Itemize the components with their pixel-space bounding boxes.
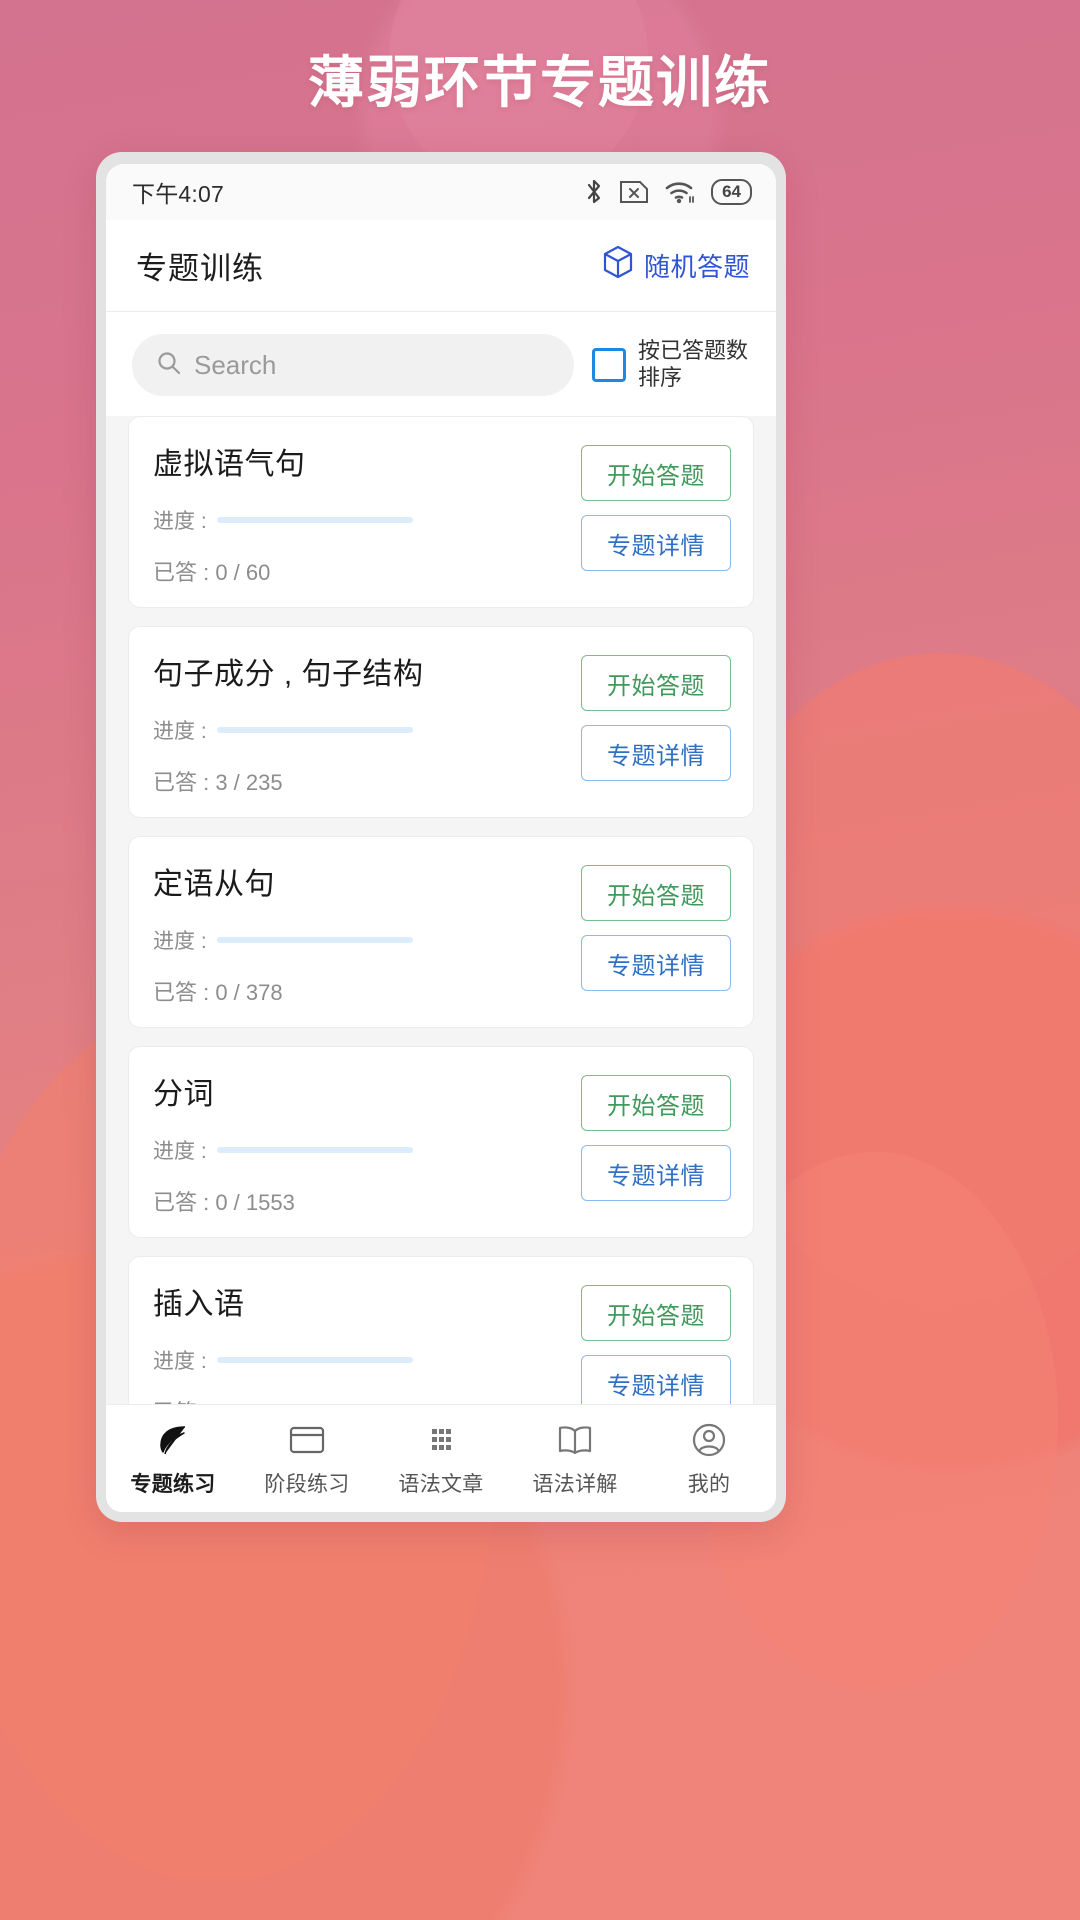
start-quiz-button[interactable]: 开始答题 (581, 445, 731, 501)
topic-title: 分词 (153, 1069, 567, 1113)
progress-row: 进度 : (153, 1345, 567, 1375)
search-row: 按已答题数排序 (106, 312, 776, 416)
topic-detail-button[interactable]: 专题详情 (581, 1355, 731, 1404)
nav-label: 我的 (688, 1468, 731, 1498)
topic-card[interactable]: 插入语进度 : 已答 : 0 / 64 开始答题专题详情 (128, 1256, 754, 1404)
topic-actions: 开始答题专题详情 (581, 1279, 731, 1404)
phone-frame: 下午4:07 (96, 152, 786, 1522)
topic-title: 定语从句 (153, 859, 567, 903)
page-title: 专题训练 (136, 243, 264, 288)
answered-count: 已答 : 0 / 378 (153, 975, 567, 1007)
topic-actions: 开始答题专题详情 (581, 859, 731, 991)
topic-actions: 开始答题专题详情 (581, 649, 731, 781)
progress-label: 进度 : (153, 715, 207, 745)
topic-info: 虚拟语气句进度 : 已答 : 0 / 60 (153, 439, 567, 587)
nav-item-4[interactable]: 语法详解 (508, 1420, 642, 1498)
progress-bar (217, 937, 413, 943)
topic-title: 插入语 (153, 1279, 567, 1323)
leaf-icon (154, 1420, 192, 1460)
cards-icon (287, 1420, 327, 1460)
topic-title: 虚拟语气句 (153, 439, 567, 483)
progress-label: 进度 : (153, 925, 207, 955)
topic-card[interactable]: 定语从句进度 : 已答 : 0 / 378 开始答题专题详情 (128, 836, 754, 1028)
nav-label: 专题练习 (130, 1468, 215, 1498)
nav-item-3[interactable]: 语法文章 (374, 1420, 508, 1498)
progress-row: 进度 : (153, 505, 567, 535)
topic-list[interactable]: 虚拟语气句进度 :已答 : 0 / 60开始答题专题详情句子成分 , 句子结构进… (106, 416, 776, 1404)
topic-detail-button[interactable]: 专题详情 (581, 515, 731, 571)
progress-row: 进度 : (153, 925, 567, 955)
start-quiz-button[interactable]: 开始答题 (581, 1075, 731, 1131)
answered-count: 已答 : 0 / 64 (153, 1395, 567, 1404)
topic-info: 定语从句进度 : 已答 : 0 / 378 (153, 859, 567, 1007)
status-icons: 64 (584, 178, 752, 206)
progress-row: 进度 : (153, 1135, 567, 1165)
bluetooth-icon (584, 178, 604, 206)
topic-actions: 开始答题专题详情 (581, 1069, 731, 1201)
topic-detail-button[interactable]: 专题详情 (581, 935, 731, 991)
topic-detail-button[interactable]: 专题详情 (581, 725, 731, 781)
nav-label: 语法文章 (398, 1468, 483, 1498)
grid-dots-icon (422, 1420, 460, 1460)
sort-checkbox[interactable] (592, 348, 626, 382)
main-content: 按已答题数排序 虚拟语气句进度 :已答 : 0 / 60开始答题专题详情句子成分… (106, 312, 776, 1404)
start-quiz-button[interactable]: 开始答题 (581, 865, 731, 921)
topic-actions: 开始答题专题详情 (581, 439, 731, 571)
search-box[interactable] (132, 334, 574, 396)
progress-row: 进度 : (153, 715, 567, 745)
nav-label: 语法详解 (532, 1468, 617, 1498)
status-time: 下午4:07 (132, 175, 224, 209)
random-quiz-label: 随机答题 (644, 247, 750, 284)
book-icon (555, 1420, 595, 1460)
topic-info: 句子成分 , 句子结构进度 : 已答 : 3 / 235 (153, 649, 567, 797)
progress-label: 进度 : (153, 1135, 207, 1165)
app-header: 专题训练 随机答题 (106, 220, 776, 312)
phone-screen: 下午4:07 (106, 164, 776, 1512)
progress-bar (217, 1357, 413, 1363)
status-bar: 下午4:07 (106, 164, 776, 220)
progress-bar (217, 1147, 413, 1153)
start-quiz-button[interactable]: 开始答题 (581, 1285, 731, 1341)
answered-count: 已答 : 3 / 235 (153, 765, 567, 797)
answered-count: 已答 : 0 / 1553 (153, 1185, 567, 1217)
topic-card[interactable]: 虚拟语气句进度 : 已答 : 0 / 60 开始答题专题详情 (128, 416, 754, 608)
wifi-icon (664, 179, 696, 205)
topic-card[interactable]: 句子成分 , 句子结构进度 : 已答 : 3 / 235 开始答题专题详情 (128, 626, 754, 818)
start-quiz-button[interactable]: 开始答题 (581, 655, 731, 711)
nav-item-5[interactable]: 我的 (642, 1420, 776, 1498)
cube-icon (602, 245, 634, 286)
progress-label: 进度 : (153, 1345, 207, 1375)
battery-icon: 64 (711, 179, 752, 206)
answered-count: 已答 : 0 / 60 (153, 555, 567, 587)
progress-bar (217, 517, 413, 523)
person-icon (690, 1420, 728, 1460)
sort-label: 按已答题数排序 (638, 338, 750, 392)
topic-title: 句子成分 , 句子结构 (153, 649, 567, 693)
nav-item-1[interactable]: 专题练习 (106, 1420, 240, 1498)
no-sim-icon (619, 179, 649, 205)
topic-detail-button[interactable]: 专题详情 (581, 1145, 731, 1201)
topic-info: 插入语进度 : 已答 : 0 / 64 (153, 1279, 567, 1404)
promo-title: 薄弱环节专题训练 (0, 38, 1080, 119)
nav-label: 阶段练习 (264, 1468, 349, 1498)
progress-label: 进度 : (153, 505, 207, 535)
bottom-nav: 专题练习 阶段练习 语法文章 语法详解 我的 (106, 1404, 776, 1512)
topic-info: 分词进度 : 已答 : 0 / 1553 (153, 1069, 567, 1217)
sort-by-answered-toggle[interactable]: 按已答题数排序 (592, 338, 750, 392)
random-quiz-button[interactable]: 随机答题 (602, 245, 750, 286)
search-icon (156, 350, 182, 381)
nav-item-2[interactable]: 阶段练习 (240, 1420, 374, 1498)
progress-bar (217, 727, 413, 733)
search-input[interactable] (194, 350, 550, 381)
topic-card[interactable]: 分词进度 : 已答 : 0 / 1553 开始答题专题详情 (128, 1046, 754, 1238)
